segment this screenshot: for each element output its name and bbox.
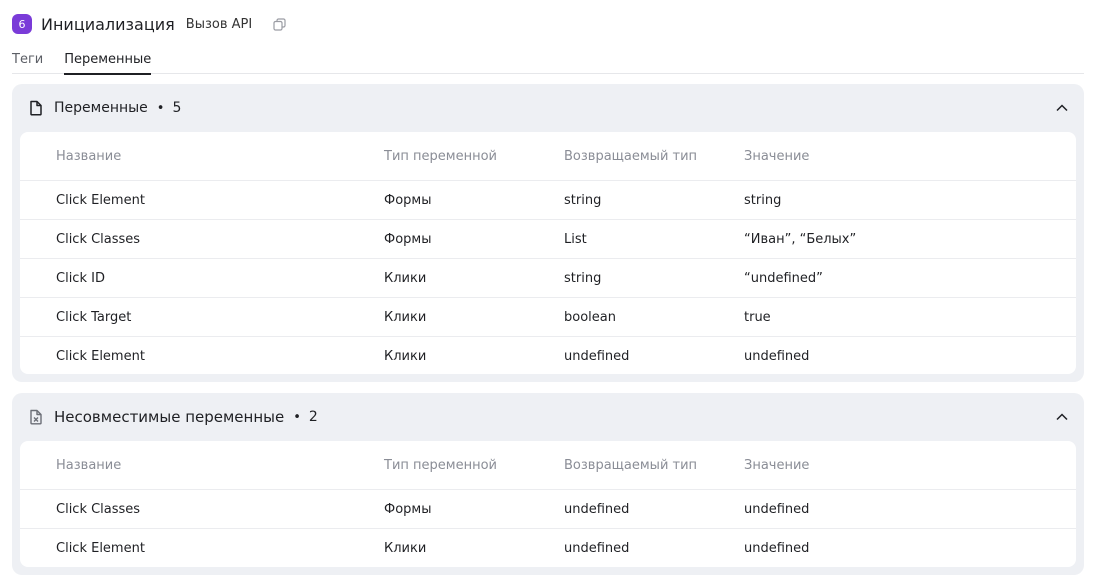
tab-tags[interactable]: Теги (12, 48, 43, 74)
chevron-up-icon[interactable] (1054, 100, 1070, 116)
cell-name: Click Element (56, 541, 145, 556)
incompatible-variables-section: Несовместимые переменные • 2 Название Ти… (12, 393, 1084, 575)
step-badge: 6 (12, 14, 32, 34)
cell-variable-type: Формы (384, 231, 432, 247)
cell-return-type: List (564, 231, 587, 247)
table-row[interactable]: Click Classes Формы List “Иван”, “Белых” (20, 220, 1076, 259)
cell-variable-type: Клики (384, 309, 427, 325)
cell-name: Click Target (56, 309, 132, 325)
column-header-return-type[interactable]: Возвращаемый тип (564, 441, 697, 489)
cell-return-type: undefined (564, 541, 630, 556)
variables-table: Название Тип переменной Возвращаемый тип… (20, 132, 1076, 374)
tab-bar: Теги Переменные (12, 48, 1084, 75)
tab-variables[interactable]: Переменные (64, 48, 152, 75)
table-header-row: Название Тип переменной Возвращаемый тип… (20, 441, 1076, 490)
cell-variable-type: Клики (384, 541, 427, 556)
cell-return-type: string (564, 270, 602, 286)
incompatible-variables-table: Название Тип переменной Возвращаемый тип… (20, 441, 1076, 567)
variables-section-header[interactable]: Переменные • 5 (12, 84, 1084, 132)
column-header-variable-type[interactable]: Тип переменной (384, 441, 497, 489)
separator-dot: • (293, 409, 301, 425)
column-header-value[interactable]: Значение (744, 132, 809, 180)
section-count: 2 (308, 409, 318, 425)
table-row[interactable]: Click ID Клики string “undefined” (20, 259, 1076, 298)
cell-name: Click ID (56, 270, 105, 286)
column-header-variable-type[interactable]: Тип переменной (384, 132, 497, 180)
cell-variable-type: Клики (384, 270, 427, 286)
cell-return-type: string (564, 192, 602, 208)
cell-variable-type: Формы (384, 501, 432, 517)
page-title: Инициализация (41, 14, 175, 34)
cell-name: Click Classes (56, 501, 141, 517)
cell-name: Click Classes (56, 231, 141, 247)
variables-section: Переменные • 5 Название Тип переменной В… (12, 84, 1084, 382)
table-row[interactable]: Click Element Клики undefined undefined (20, 529, 1076, 567)
cell-name: Click Element (56, 192, 145, 208)
cell-value: undefined (744, 541, 810, 556)
column-header-name[interactable]: Название (56, 441, 121, 489)
column-header-value[interactable]: Значение (744, 441, 809, 489)
cell-value: undefined (744, 349, 810, 364)
file-icon (28, 100, 44, 116)
cell-value: true (744, 309, 771, 325)
incompatible-section-header[interactable]: Несовместимые переменные • 2 (12, 393, 1084, 441)
section-title: Переменные (54, 100, 148, 116)
cell-value: “Иван”, “Белых” (744, 231, 857, 247)
cell-value: “undefined” (744, 270, 823, 286)
copy-icon[interactable] (270, 15, 288, 33)
page-header: 6 Инициализация Вызов API (12, 12, 288, 36)
table-row[interactable]: Click Classes Формы undefined undefined (20, 490, 1076, 529)
cell-return-type: undefined (564, 349, 630, 364)
column-header-return-type[interactable]: Возвращаемый тип (564, 132, 697, 180)
table-row[interactable]: Click Target Клики boolean true (20, 298, 1076, 337)
table-row[interactable]: Click Element Формы string string (20, 181, 1076, 220)
cell-variable-type: Формы (384, 192, 432, 208)
chevron-up-icon[interactable] (1054, 409, 1070, 425)
cell-name: Click Element (56, 349, 145, 364)
page-subtitle: Вызов API (185, 16, 253, 32)
cell-variable-type: Клики (384, 349, 427, 364)
section-title: Несовместимые переменные (54, 408, 285, 426)
table-header-row: Название Тип переменной Возвращаемый тип… (20, 132, 1076, 181)
cell-value: string (744, 192, 782, 208)
section-count: 5 (172, 100, 182, 116)
file-x-icon (28, 409, 44, 425)
cell-return-type: undefined (564, 501, 630, 517)
cell-return-type: boolean (564, 309, 616, 325)
separator-dot: • (156, 100, 165, 116)
cell-value: undefined (744, 501, 810, 517)
table-row[interactable]: Click Element Клики undefined undefined (20, 337, 1076, 374)
column-header-name[interactable]: Название (56, 132, 121, 180)
